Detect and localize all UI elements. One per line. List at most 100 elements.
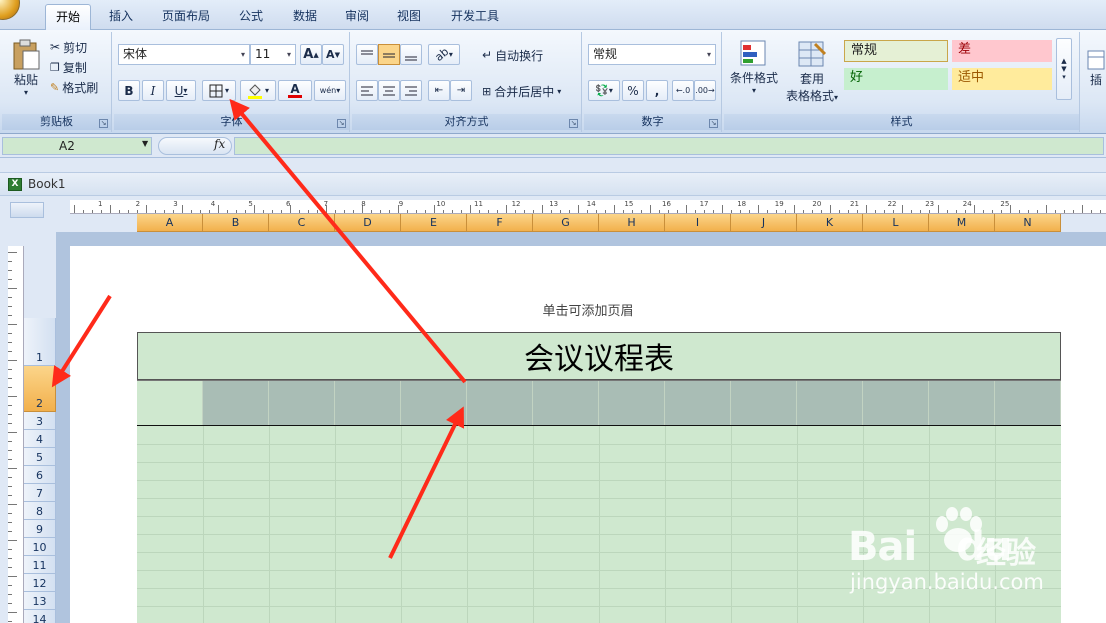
row-header-2[interactable]: 2	[24, 366, 56, 412]
row-header-12[interactable]: 12	[24, 574, 56, 592]
font-color-button[interactable]: A	[278, 80, 312, 101]
conditional-formatting-button[interactable]: 条件格式 ▾	[726, 36, 782, 98]
cell-c2[interactable]	[269, 381, 335, 425]
cell-k2[interactable]	[797, 381, 863, 425]
column-header-n[interactable]: N	[995, 214, 1061, 232]
bold-button[interactable]: B	[118, 80, 140, 101]
cell-g2[interactable]	[533, 381, 599, 425]
cell-d2[interactable]	[335, 381, 401, 425]
row-header-4[interactable]: 4	[24, 430, 56, 448]
row-header-13[interactable]: 13	[24, 592, 56, 610]
decrease-decimal-button[interactable]: .00→	[694, 80, 716, 101]
chevron-down-icon[interactable]: ▼	[142, 139, 148, 148]
insert-cells-button[interactable]: 插	[1084, 38, 1106, 98]
underline-button[interactable]: U ▾	[166, 80, 196, 101]
column-header-i[interactable]: I	[665, 214, 731, 232]
tab-page-layout[interactable]: 页面布局	[154, 4, 218, 30]
column-header-e[interactable]: E	[401, 214, 467, 232]
wrap-text-button[interactable]: ↵ 自动换行	[482, 46, 543, 64]
column-header-m[interactable]: M	[929, 214, 995, 232]
office-button[interactable]	[0, 0, 20, 20]
row-header-14[interactable]: 14	[24, 610, 56, 623]
paste-button[interactable]: 粘贴 ▾	[8, 36, 44, 100]
increase-indent-button[interactable]: ⇥	[450, 80, 472, 101]
align-middle-button[interactable]	[378, 44, 400, 65]
italic-button[interactable]: I	[142, 80, 164, 101]
tab-view[interactable]: 视图	[386, 4, 432, 30]
align-right-button[interactable]	[400, 80, 422, 101]
tab-home[interactable]: 开始	[45, 4, 91, 30]
column-header-c[interactable]: C	[269, 214, 335, 232]
row-header-9[interactable]: 9	[24, 520, 56, 538]
row-header-11[interactable]: 11	[24, 556, 56, 574]
column-header-j[interactable]: J	[731, 214, 797, 232]
column-header-g[interactable]: G	[533, 214, 599, 232]
column-header-d[interactable]: D	[335, 214, 401, 232]
title-cell-merged[interactable]: 会议议程表	[137, 332, 1061, 380]
dialog-launcher-icon[interactable]: ↘	[569, 119, 578, 128]
cell-a2[interactable]	[137, 381, 203, 425]
column-header-k[interactable]: K	[797, 214, 863, 232]
decrease-indent-button[interactable]: ⇤	[428, 80, 450, 101]
cut-button[interactable]: ✂ 剪切	[50, 38, 87, 56]
font-name-combo[interactable]: 宋体 ▾	[118, 44, 250, 65]
tab-insert[interactable]: 插入	[98, 4, 144, 30]
style-bad[interactable]: 差	[952, 40, 1052, 62]
merge-center-button[interactable]: ⊞ 合并后居中 ▾	[482, 82, 561, 100]
font-size-combo[interactable]: 11 ▾	[250, 44, 296, 65]
cell-j2[interactable]	[731, 381, 797, 425]
align-bottom-button[interactable]	[400, 44, 422, 65]
row-header-5[interactable]: 5	[24, 448, 56, 466]
cell-h2[interactable]	[599, 381, 665, 425]
orientation-button[interactable]: ab ▾	[428, 44, 460, 65]
cell-f2[interactable]	[467, 381, 533, 425]
cell-n2[interactable]	[995, 381, 1061, 425]
column-header-f[interactable]: F	[467, 214, 533, 232]
cell-m2[interactable]	[929, 381, 995, 425]
align-top-button[interactable]	[356, 44, 378, 65]
tab-data[interactable]: 数据	[282, 4, 328, 30]
column-header-h[interactable]: H	[599, 214, 665, 232]
borders-button[interactable]: ▾	[202, 80, 236, 101]
tab-review[interactable]: 审阅	[334, 4, 380, 30]
style-good[interactable]: 好	[844, 68, 948, 90]
grow-font-button[interactable]: A ▲	[300, 44, 322, 65]
copy-button[interactable]: ❐ 复制	[50, 58, 87, 76]
style-neutral[interactable]: 适中	[952, 68, 1052, 90]
row-header-10[interactable]: 10	[24, 538, 56, 556]
phonetic-button[interactable]: wén ▾	[314, 80, 346, 101]
name-box[interactable]: A2	[2, 137, 152, 155]
cell-b2[interactable]	[203, 381, 269, 425]
number-format-combo[interactable]: 常规 ▾	[588, 44, 716, 65]
row-header-7[interactable]: 7	[24, 484, 56, 502]
row-header-1[interactable]: 1	[24, 318, 56, 366]
format-painter-button[interactable]: ✎ 格式刷	[50, 78, 98, 96]
percent-button[interactable]: %	[622, 80, 644, 101]
insert-function-button[interactable]: fx	[214, 137, 225, 151]
format-as-table-button[interactable]: 套用 表格格式▾	[782, 36, 842, 108]
cell-l2[interactable]	[863, 381, 929, 425]
dialog-launcher-icon[interactable]: ↘	[337, 119, 346, 128]
row-header-8[interactable]: 8	[24, 502, 56, 520]
row-header-3[interactable]: 3	[24, 412, 56, 430]
align-left-button[interactable]	[356, 80, 378, 101]
dialog-launcher-icon[interactable]: ↘	[709, 119, 718, 128]
select-all-corner[interactable]	[10, 202, 44, 218]
tab-formulas[interactable]: 公式	[228, 4, 274, 30]
column-header-b[interactable]: B	[203, 214, 269, 232]
comma-style-button[interactable]: ,	[646, 80, 668, 101]
dialog-launcher-icon[interactable]: ↘	[99, 119, 108, 128]
selected-row-2[interactable]	[137, 380, 1061, 426]
add-header-hint[interactable]: 单击可添加页眉	[70, 300, 1106, 319]
shrink-font-button[interactable]: A ▼	[322, 44, 344, 65]
tab-developer[interactable]: 开发工具	[440, 4, 510, 30]
accounting-format-button[interactable]: 💱 ▾	[588, 80, 620, 101]
formula-input[interactable]	[234, 137, 1104, 155]
cell-e2[interactable]	[401, 381, 467, 425]
align-center-button[interactable]	[378, 80, 400, 101]
cell-i2[interactable]	[665, 381, 731, 425]
styles-scroll[interactable]: ▲ ▼ ▾	[1056, 38, 1072, 100]
increase-decimal-button[interactable]: ←.0	[672, 80, 694, 101]
column-header-l[interactable]: L	[863, 214, 929, 232]
style-normal[interactable]: 常规	[844, 40, 948, 62]
